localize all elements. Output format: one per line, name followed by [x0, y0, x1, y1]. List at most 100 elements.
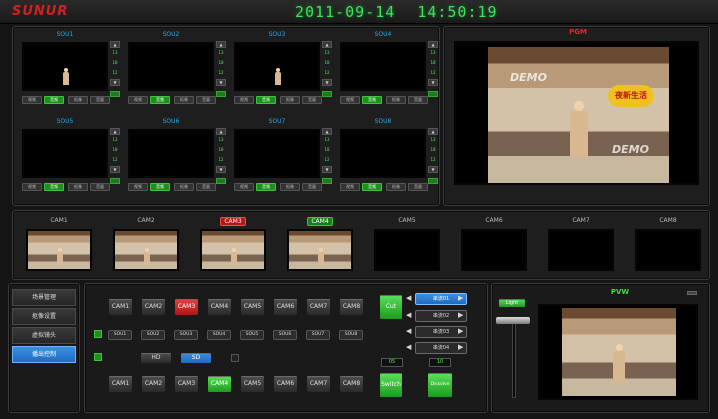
volume-up-button[interactable]: ▲	[216, 41, 226, 48]
transition-fader-handle[interactable]	[496, 317, 530, 324]
pvw-cam-button-4[interactable]: CAM4	[207, 375, 232, 393]
pgm-cam-button-3[interactable]: CAM3	[174, 298, 199, 316]
volume-up-button[interactable]: ▲	[216, 128, 226, 135]
light-button[interactable]: Light	[498, 298, 526, 308]
camera-monitor[interactable]	[200, 229, 266, 271]
source-b2-button[interactable]: 音频	[150, 96, 170, 104]
source-b1-button[interactable]: 视频	[234, 183, 254, 191]
volume-up-button[interactable]: ▲	[110, 128, 120, 135]
source-b3-button[interactable]: 抠像	[68, 183, 88, 191]
camera-monitor[interactable]	[548, 229, 614, 271]
camera-tile[interactable]: CAM2	[109, 216, 183, 276]
source-b4-button[interactable]: 音量	[196, 183, 216, 191]
volume-down-button[interactable]: ▼	[216, 166, 226, 173]
format-extra-indicator[interactable]	[231, 354, 239, 362]
source-monitor[interactable]	[234, 42, 320, 91]
camera-tile[interactable]: CAM6	[457, 216, 531, 276]
source-b1-button[interactable]: 视频	[340, 96, 360, 104]
source-b4-button[interactable]: 音量	[302, 183, 322, 191]
source-b1-button[interactable]: 视频	[22, 96, 42, 104]
source-mute-toggle[interactable]	[428, 178, 438, 184]
pgm-cam-button-4[interactable]: CAM4	[207, 298, 232, 316]
channel-left-arrow-icon[interactable]: ◀	[406, 294, 411, 302]
source-b1-button[interactable]: 视频	[234, 96, 254, 104]
pgm-cam-button-2[interactable]: CAM2	[141, 298, 166, 316]
nav-broadcast-control[interactable]: 播出控制	[12, 346, 76, 363]
source-select-button-1[interactable]: SOU1	[108, 330, 132, 340]
source-b2-button[interactable]: 音频	[44, 96, 64, 104]
source-mute-toggle[interactable]	[110, 178, 120, 184]
source-select-button-4[interactable]: SOU4	[207, 330, 231, 340]
source-b1-button[interactable]: 视频	[128, 96, 148, 104]
switch-button[interactable]: Switch	[379, 372, 403, 398]
source-b2-button[interactable]: 音频	[150, 183, 170, 191]
source-tile[interactable]: SOU6 ▲ 13 18 12 ▼ 视频 音频 抠像 音量	[124, 118, 230, 205]
source-tile[interactable]: SOU1 ▲ 13 18 12 ▼ 视频 音频 抠像 音量	[18, 31, 124, 118]
camera-monitor[interactable]	[26, 229, 92, 271]
source-monitor[interactable]	[340, 129, 426, 178]
source-b1-button[interactable]: 视频	[22, 183, 42, 191]
volume-up-button[interactable]: ▲	[428, 128, 438, 135]
source-select-button-2[interactable]: SOU2	[141, 330, 165, 340]
source-select-button-6[interactable]: SOU6	[273, 330, 297, 340]
source-b4-button[interactable]: 音量	[408, 96, 428, 104]
pvw-cam-button-2[interactable]: CAM2	[141, 375, 166, 393]
camera-monitor[interactable]	[374, 229, 440, 271]
pgm-cam-button-8[interactable]: CAM8	[339, 298, 364, 316]
channel-left-arrow-icon[interactable]: ◀	[406, 327, 411, 335]
channel-left-arrow-icon[interactable]: ◀	[406, 311, 411, 319]
source-b2-button[interactable]: 音频	[44, 183, 64, 191]
volume-up-button[interactable]: ▲	[110, 41, 120, 48]
volume-down-button[interactable]: ▼	[216, 79, 226, 86]
volume-up-button[interactable]: ▲	[322, 128, 332, 135]
source-mute-toggle[interactable]	[216, 91, 226, 97]
source-b3-button[interactable]: 抠像	[280, 183, 300, 191]
camera-tile[interactable]: CAM7	[544, 216, 618, 276]
camera-tile[interactable]: CAM8	[631, 216, 705, 276]
volume-up-button[interactable]: ▲	[428, 41, 438, 48]
pgm-cam-button-6[interactable]: CAM6	[273, 298, 298, 316]
source-select-button-7[interactable]: SOU7	[306, 330, 330, 340]
source-tile[interactable]: SOU8 ▲ 13 18 12 ▼ 视频 音频 抠像 音量	[336, 118, 442, 205]
source-b2-button[interactable]: 音频	[362, 183, 382, 191]
camera-monitor[interactable]	[113, 229, 179, 271]
volume-down-button[interactable]: ▼	[428, 166, 438, 173]
source-monitor[interactable]	[128, 129, 214, 178]
source-select-button-3[interactable]: SOU3	[174, 330, 198, 340]
source-b4-button[interactable]: 音量	[196, 96, 216, 104]
source-monitor[interactable]	[234, 129, 320, 178]
source-tile[interactable]: SOU5 ▲ 13 18 12 ▼ 视频 音频 抠像 音量	[18, 118, 124, 205]
source-b2-button[interactable]: 音频	[256, 183, 276, 191]
source-b1-button[interactable]: 视频	[340, 183, 360, 191]
pvw-cam-button-6[interactable]: CAM6	[273, 375, 298, 393]
sd-button[interactable]: SD	[180, 352, 212, 364]
source-b2-button[interactable]: 音频	[256, 96, 276, 104]
source-b4-button[interactable]: 音量	[302, 96, 322, 104]
source-tile[interactable]: SOU2 ▲ 13 18 12 ▼ 视频 音频 抠像 音量	[124, 31, 230, 118]
source-mute-toggle[interactable]	[110, 91, 120, 97]
camera-monitor[interactable]	[287, 229, 353, 271]
nav-scene-manage[interactable]: 场景管理	[12, 289, 76, 306]
camera-monitor[interactable]	[461, 229, 527, 271]
dissolve-button[interactable]: Dissolve	[427, 372, 453, 398]
channel-right-arrow-icon[interactable]: ▶	[458, 294, 463, 302]
source-b4-button[interactable]: 音量	[90, 96, 110, 104]
switch-duration-input[interactable]: 05	[381, 358, 403, 367]
source-mute-toggle[interactable]	[322, 178, 332, 184]
source-monitor[interactable]	[128, 42, 214, 91]
source-monitor[interactable]	[22, 42, 108, 91]
pvw-cam-button-1[interactable]: CAM1	[108, 375, 133, 393]
format-row-indicator[interactable]	[94, 353, 102, 361]
volume-down-button[interactable]: ▼	[322, 79, 332, 86]
pvw-cam-button-7[interactable]: CAM7	[306, 375, 331, 393]
camera-monitor[interactable]	[635, 229, 701, 271]
channel-right-arrow-icon[interactable]: ▶	[458, 311, 463, 319]
nav-virtual-camera[interactable]: 虚拟镜头	[12, 327, 76, 344]
pgm-cam-button-7[interactable]: CAM7	[306, 298, 331, 316]
channel-right-arrow-icon[interactable]: ▶	[458, 327, 463, 335]
pgm-cam-button-5[interactable]: CAM5	[240, 298, 265, 316]
channel-right-arrow-icon[interactable]: ▶	[458, 343, 463, 351]
source-mute-toggle[interactable]	[216, 178, 226, 184]
camera-tile[interactable]: CAM3	[196, 216, 270, 276]
cut-button[interactable]: Cut	[379, 294, 403, 320]
